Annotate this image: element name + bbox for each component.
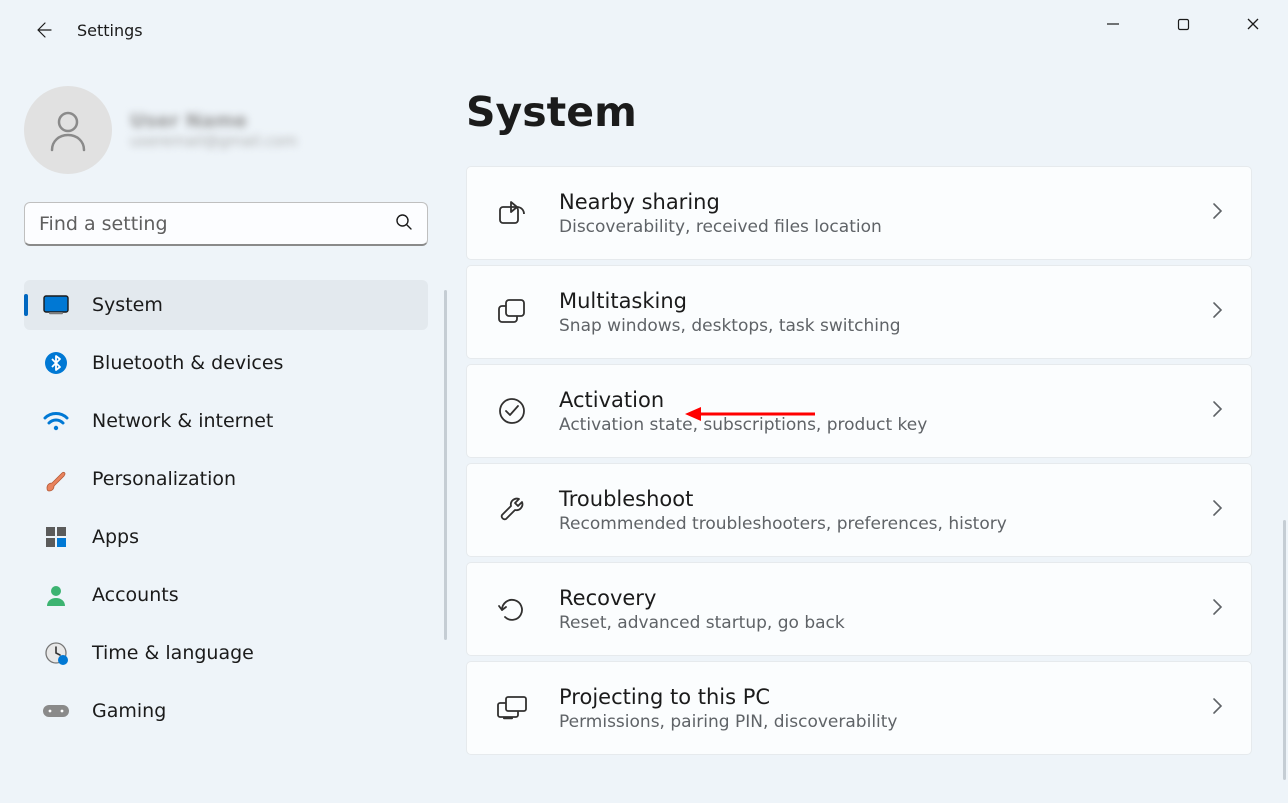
nav-label: Gaming <box>92 700 166 722</box>
titlebar: Settings <box>0 0 1288 60</box>
nav-label: Bluetooth & devices <box>92 352 283 374</box>
chevron-right-icon <box>1211 498 1223 522</box>
card-title: Multitasking <box>559 288 1197 314</box>
chevron-right-icon <box>1211 399 1223 423</box>
card-subtitle: Recommended troubleshooters, preferences… <box>559 514 1197 534</box>
account-icon <box>42 581 70 609</box>
sidebar-item-bluetooth[interactable]: Bluetooth & devices <box>24 338 428 388</box>
sidebar-scrollbar[interactable] <box>444 290 447 640</box>
user-email: useremail@gmail.com <box>130 132 297 150</box>
sidebar-item-network[interactable]: Network & internet <box>24 396 428 446</box>
sidebar-item-personalization[interactable]: Personalization <box>24 454 428 504</box>
search-box[interactable] <box>24 202 428 246</box>
user-card[interactable]: User Name useremail@gmail.com <box>24 86 428 174</box>
system-icon <box>42 291 70 319</box>
gaming-icon <box>42 697 70 725</box>
arrow-left-icon <box>33 20 53 40</box>
nav-label: System <box>92 294 163 316</box>
multitask-icon <box>495 295 529 329</box>
nav-label: Accounts <box>92 584 179 606</box>
card-multitasking[interactable]: Multitasking Snap windows, desktops, tas… <box>466 265 1252 359</box>
sidebar-item-gaming[interactable]: Gaming <box>24 686 428 736</box>
card-projecting[interactable]: Projecting to this PC Permissions, pairi… <box>466 661 1252 755</box>
card-recovery[interactable]: Recovery Reset, advanced startup, go bac… <box>466 562 1252 656</box>
avatar <box>24 86 112 174</box>
card-nearby-sharing[interactable]: Nearby sharing Discoverability, received… <box>466 166 1252 260</box>
nav-label: Personalization <box>92 468 236 490</box>
card-subtitle: Reset, advanced startup, go back <box>559 613 1197 633</box>
card-title: Recovery <box>559 585 1197 611</box>
chevron-right-icon <box>1211 696 1223 720</box>
maximize-button[interactable] <box>1148 0 1218 48</box>
close-button[interactable] <box>1218 0 1288 48</box>
card-activation[interactable]: Activation Activation state, subscriptio… <box>466 364 1252 458</box>
user-name: User Name <box>130 110 297 132</box>
person-icon <box>42 104 94 156</box>
search-icon <box>395 213 413 235</box>
check-circle-icon <box>495 394 529 428</box>
card-subtitle: Discoverability, received files location <box>559 217 1197 237</box>
sidebar-item-system[interactable]: System <box>24 280 428 330</box>
sidebar-item-accounts[interactable]: Accounts <box>24 570 428 620</box>
wifi-icon <box>42 407 70 435</box>
nav-label: Network & internet <box>92 410 273 432</box>
minimize-icon <box>1106 17 1120 31</box>
project-icon <box>495 691 529 725</box>
sidebar-item-apps[interactable]: Apps <box>24 512 428 562</box>
nav-label: Time & language <box>92 642 254 664</box>
sidebar: User Name useremail@gmail.com System <box>0 60 448 803</box>
card-troubleshoot[interactable]: Troubleshoot Recommended troubleshooters… <box>466 463 1252 557</box>
card-subtitle: Activation state, subscriptions, product… <box>559 415 1197 435</box>
clock-icon <box>42 639 70 667</box>
window-controls <box>1078 0 1288 48</box>
card-title: Projecting to this PC <box>559 684 1197 710</box>
brush-icon <box>42 465 70 493</box>
card-subtitle: Snap windows, desktops, task switching <box>559 316 1197 336</box>
app-title: Settings <box>77 21 143 40</box>
card-title: Activation <box>559 387 1197 413</box>
main-scrollbar[interactable] <box>1283 520 1286 780</box>
nav-list: System Bluetooth & devices Network & int… <box>24 280 428 736</box>
search-input[interactable] <box>39 213 387 235</box>
nav-label: Apps <box>92 526 139 548</box>
close-icon <box>1246 17 1260 31</box>
chevron-right-icon <box>1211 201 1223 225</box>
card-title: Troubleshoot <box>559 486 1197 512</box>
apps-icon <box>42 523 70 551</box>
bluetooth-icon <box>42 349 70 377</box>
wrench-icon <box>495 493 529 527</box>
chevron-right-icon <box>1211 597 1223 621</box>
share-icon <box>495 196 529 230</box>
recovery-icon <box>495 592 529 626</box>
back-button[interactable] <box>23 10 63 50</box>
settings-list: Nearby sharing Discoverability, received… <box>466 166 1252 755</box>
card-title: Nearby sharing <box>559 189 1197 215</box>
sidebar-item-time-language[interactable]: Time & language <box>24 628 428 678</box>
minimize-button[interactable] <box>1078 0 1148 48</box>
chevron-right-icon <box>1211 300 1223 324</box>
card-subtitle: Permissions, pairing PIN, discoverabilit… <box>559 712 1197 732</box>
maximize-icon <box>1177 18 1190 31</box>
page-title: System <box>466 88 1252 136</box>
main-panel: System Nearby sharing Discoverability, r… <box>448 60 1288 803</box>
